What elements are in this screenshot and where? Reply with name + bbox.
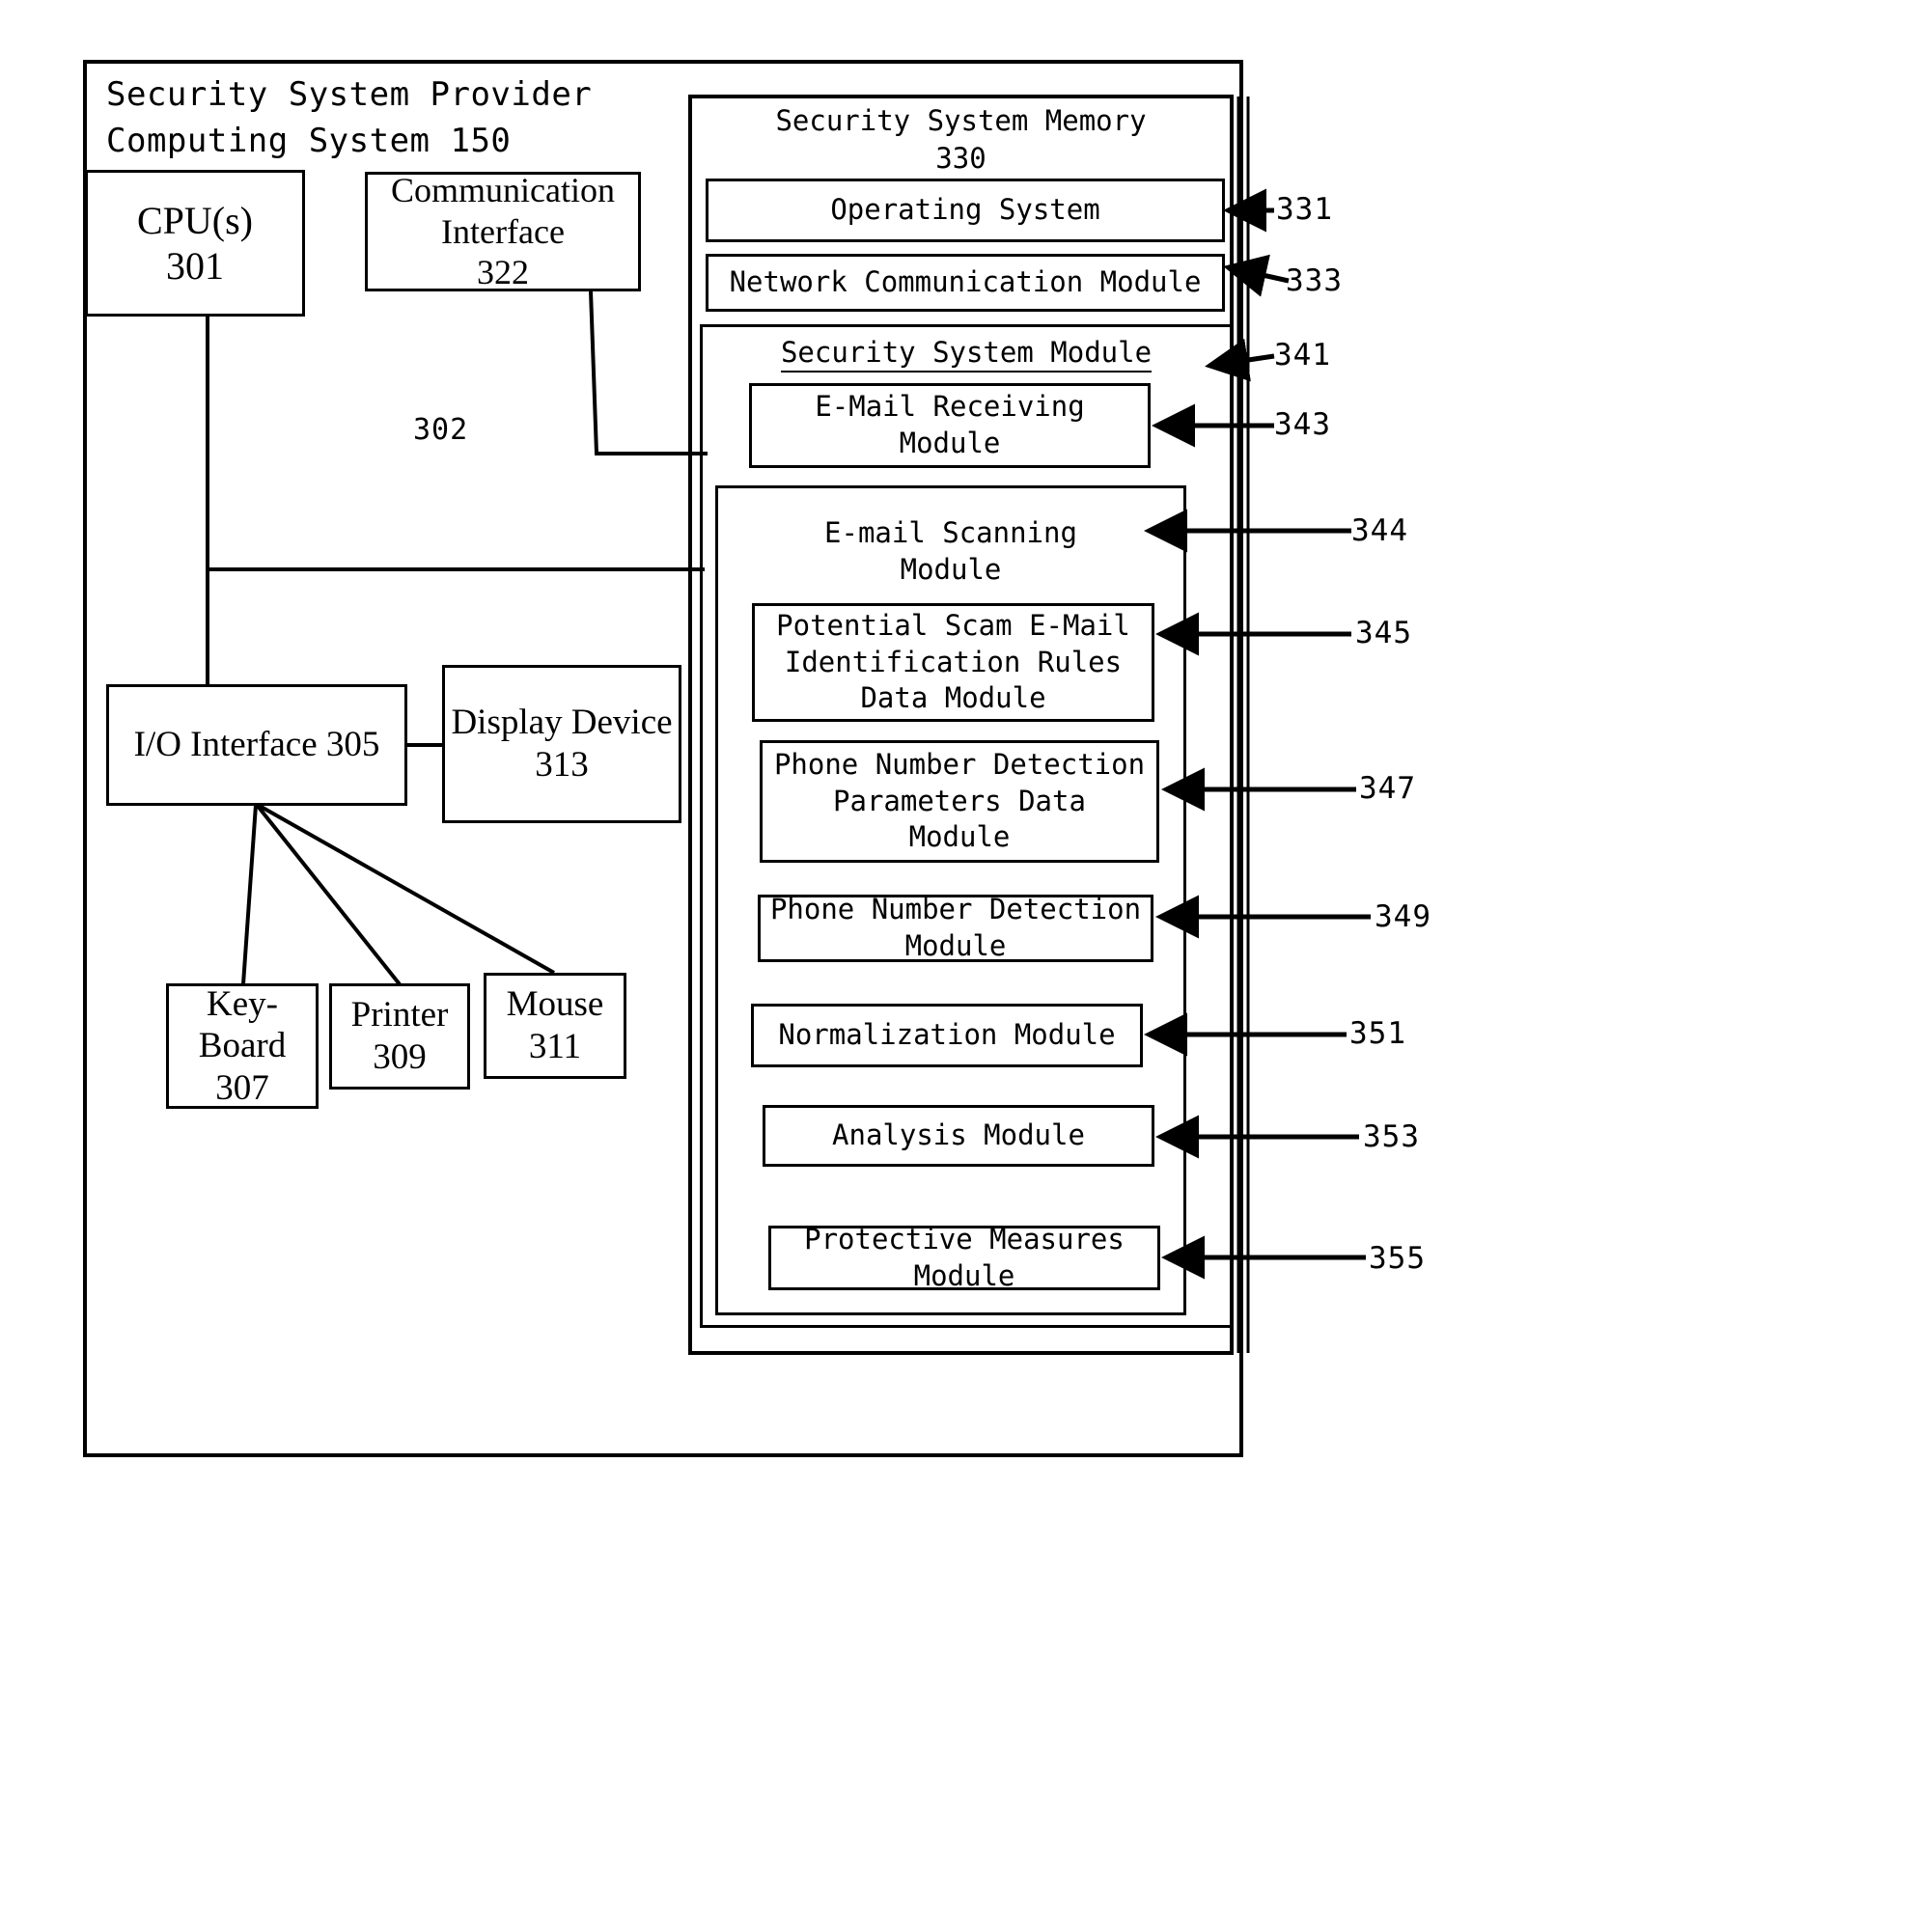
ref-numeral-353: 353 xyxy=(1363,1119,1420,1154)
protective-measures-module-box: Protective Measures Module xyxy=(768,1223,1160,1292)
mouse-box: Mouse 311 xyxy=(484,973,626,1079)
keyboard-box: Key- Board 307 xyxy=(166,983,319,1109)
communication-interface-box: Communication Interface 322 xyxy=(365,171,641,291)
io-interface-box: I/O Interface 305 xyxy=(106,684,407,806)
security-system-module-label: Security System Module xyxy=(780,336,1153,373)
ref-numeral-351: 351 xyxy=(1349,1016,1406,1051)
cpu-box: CPU(s) 301 xyxy=(85,170,305,317)
ref-numeral-331: 331 xyxy=(1276,192,1333,227)
potential-scam-email-identification-rules-data-module-box: Potential Scam E-Mail Identification Rul… xyxy=(752,603,1154,722)
printer-box: Printer 309 xyxy=(329,983,470,1090)
normalization-module-box: Normalization Module xyxy=(751,1004,1143,1067)
operating-system-box: Operating System xyxy=(706,179,1225,242)
email-scanning-module-title: E-mail Scanning Module xyxy=(824,516,1077,586)
bus-label-302: 302 xyxy=(413,413,469,447)
ref-numeral-349: 349 xyxy=(1375,899,1431,934)
figure-title: Security System Provider Computing Syste… xyxy=(106,75,593,161)
network-communication-module-box: Network Communication Module xyxy=(706,254,1225,312)
analysis-module-box: Analysis Module xyxy=(763,1105,1154,1167)
ref-numeral-333: 333 xyxy=(1286,263,1343,298)
phone-number-detection-parameters-data-module-box: Phone Number Detection Parameters Data M… xyxy=(760,740,1159,863)
email-receiving-module-box: E-Mail Receiving Module xyxy=(749,383,1151,468)
ref-numeral-344: 344 xyxy=(1351,513,1408,548)
security-system-module-title: Security System Module xyxy=(700,336,1233,373)
security-system-memory-title: Security System Memory 330 xyxy=(775,104,1147,176)
phone-number-detection-module-box: Phone Number Detection Module xyxy=(758,893,1153,962)
ref-numeral-341: 341 xyxy=(1274,338,1331,373)
display-device-box: Display Device 313 xyxy=(442,665,681,823)
ref-numeral-355: 355 xyxy=(1369,1241,1426,1276)
ref-numeral-345: 345 xyxy=(1355,616,1412,650)
ref-numeral-343: 343 xyxy=(1274,407,1331,442)
patent-figure: Security System Provider Computing Syste… xyxy=(0,0,1917,1932)
ref-numeral-347: 347 xyxy=(1359,771,1416,806)
